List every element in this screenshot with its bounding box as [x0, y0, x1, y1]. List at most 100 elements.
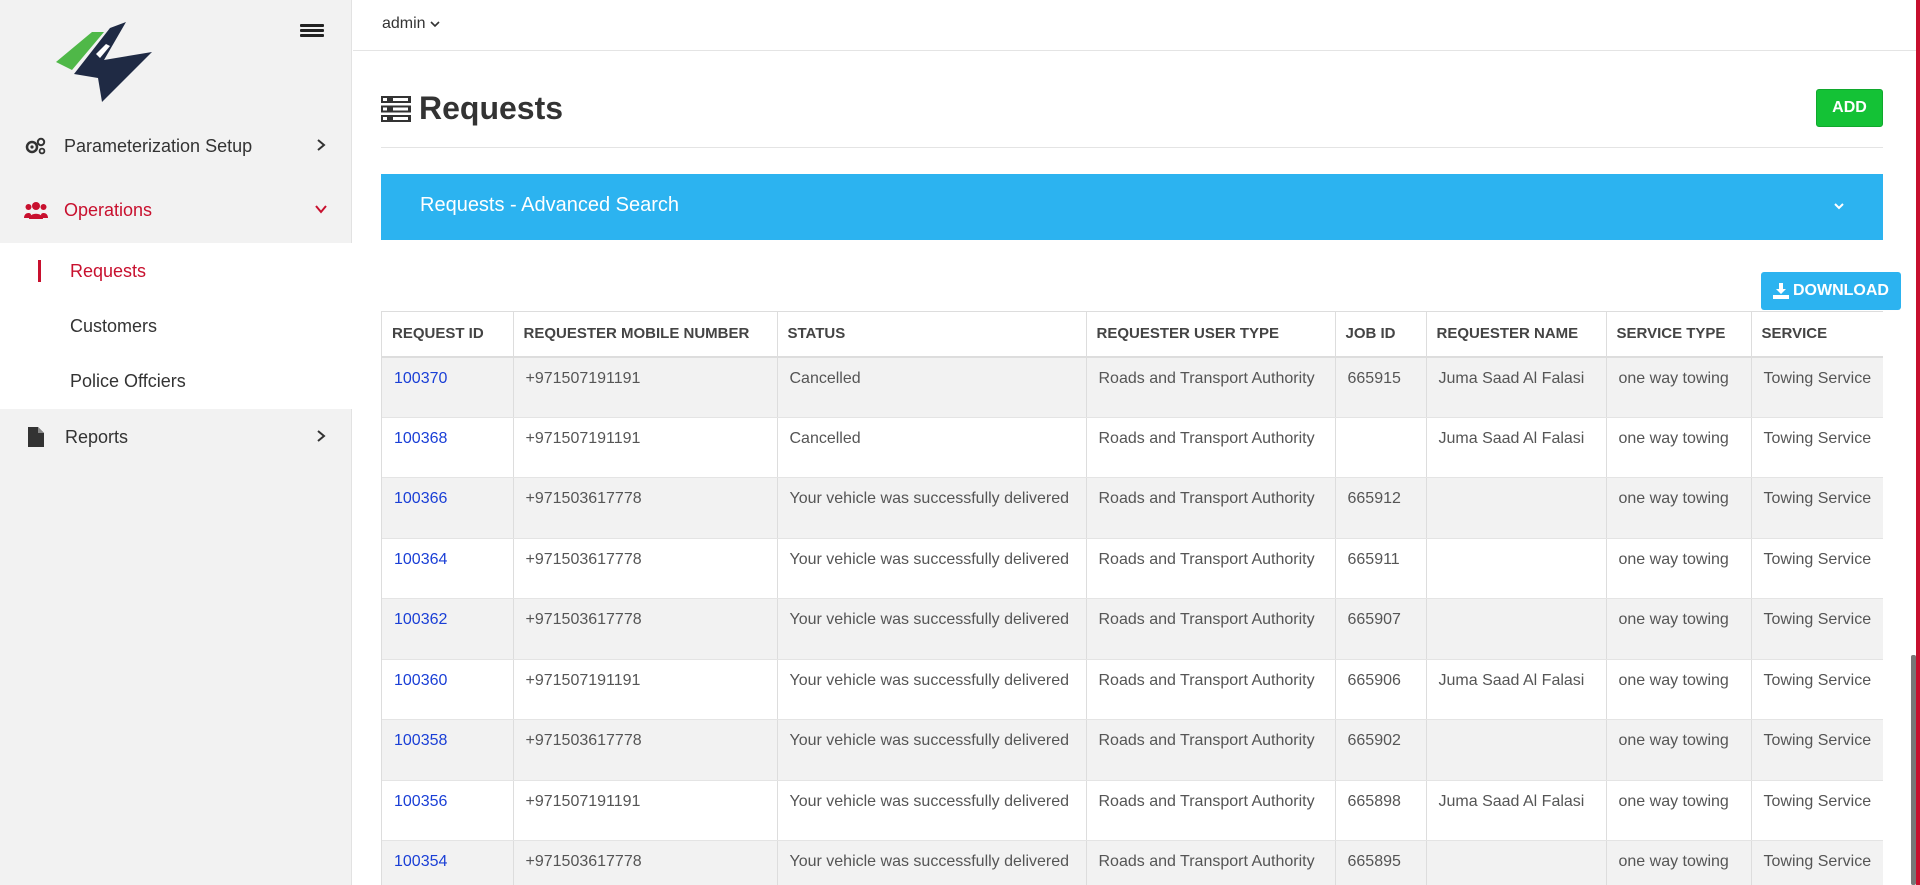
chevron-right-icon	[317, 430, 326, 442]
request-id-link[interactable]: 100362	[394, 611, 447, 628]
requester-name-cell	[1426, 598, 1607, 660]
sidebar-subitem-customers[interactable]: Customers	[0, 306, 352, 346]
menu-toggle-icon[interactable]	[300, 22, 324, 42]
user-name: admin	[382, 15, 426, 32]
column-header-mobile-number[interactable]: REQUESTER MOBILE NUMBER	[513, 311, 778, 358]
sidebar-subitem-requests[interactable]: Requests	[0, 251, 352, 291]
table-row: 100362 +971503617778 Your vehicle was su…	[382, 598, 1883, 660]
status-cell: Your vehicle was successfully delivered	[777, 780, 1087, 841]
column-header-status[interactable]: STATUS	[777, 311, 1087, 358]
sidebar-subitem-label: Police Offciers	[70, 370, 186, 391]
advanced-search-panel[interactable]: Requests - Advanced Search	[381, 174, 1883, 240]
status-cell: Cancelled	[777, 417, 1087, 478]
request-id-link[interactable]: 100360	[394, 672, 447, 689]
column-header-service[interactable]: SERVICE	[1751, 311, 1883, 358]
download-button[interactable]: DOWNLOAD	[1761, 272, 1901, 310]
service-cell: Towing Service	[1751, 840, 1883, 885]
service-type-cell: one way towing	[1606, 477, 1752, 539]
requests-table: REQUEST ID REQUESTER MOBILE NUMBER STATU…	[382, 311, 1883, 885]
user-menu[interactable]: admin	[382, 15, 440, 33]
sidebar-item-label: Operations	[64, 199, 153, 220]
request-id-link[interactable]: 100368	[394, 430, 447, 447]
job-id-cell: 665907	[1335, 598, 1427, 660]
column-header-job-id[interactable]: JOB ID	[1335, 311, 1427, 358]
requester-name-cell	[1426, 840, 1607, 885]
mobile-number-cell: +971503617778	[513, 598, 778, 660]
user-type-cell: Roads and Transport Authority	[1086, 840, 1336, 885]
requester-name-cell	[1426, 477, 1607, 539]
request-id-link[interactable]: 100356	[394, 793, 447, 810]
status-cell: Your vehicle was successfully delivered	[777, 659, 1087, 720]
request-id-cell: 100362	[382, 598, 514, 660]
user-type-cell: Roads and Transport Authority	[1086, 659, 1336, 720]
service-type-cell: one way towing	[1606, 417, 1752, 478]
requester-name-cell: Juma Saad Al Falasi	[1426, 659, 1607, 720]
download-label: DOWNLOAD	[1793, 282, 1889, 299]
service-cell: Towing Service	[1751, 417, 1883, 478]
sidebar-subitem-label: Requests	[70, 260, 147, 281]
column-header-service-type[interactable]: SERVICE TYPE	[1606, 311, 1752, 358]
service-cell: Towing Service	[1751, 659, 1883, 720]
requester-name-cell	[1426, 719, 1607, 781]
user-type-cell: Roads and Transport Authority	[1086, 356, 1336, 418]
sidebar-item-reports[interactable]: Reports	[0, 411, 352, 463]
operations-submenu: Requests Customers Police Offciers	[0, 243, 352, 409]
request-id-link[interactable]: 100366	[394, 490, 447, 507]
sidebar-item-operations[interactable]: Operations	[0, 184, 352, 236]
user-type-cell: Roads and Transport Authority	[1086, 477, 1336, 539]
top-bar: admin	[353, 0, 1920, 51]
logo-area	[0, 0, 351, 125]
requester-name-cell: Juma Saad Al Falasi	[1426, 356, 1607, 418]
service-type-cell: one way towing	[1606, 598, 1752, 660]
sidebar-item-label: Reports	[65, 426, 129, 447]
mobile-number-cell: +971507191191	[513, 356, 778, 418]
mobile-number-cell: +971507191191	[513, 417, 778, 478]
sidebar-item-parameterization-setup[interactable]: Parameterization Setup	[0, 120, 352, 172]
service-type-cell: one way towing	[1606, 780, 1752, 841]
user-type-cell: Roads and Transport Authority	[1086, 417, 1336, 478]
request-id-cell: 100364	[382, 538, 514, 599]
request-id-cell: 100354	[382, 840, 514, 885]
job-id-cell: 665912	[1335, 477, 1427, 539]
user-type-cell: Roads and Transport Authority	[1086, 598, 1336, 660]
job-id-cell: 665911	[1335, 538, 1427, 599]
service-cell: Towing Service	[1751, 477, 1883, 539]
gears-icon	[24, 136, 48, 156]
status-cell: Your vehicle was successfully delivered	[777, 719, 1087, 781]
table-row: 100354 +971503617778 Your vehicle was su…	[382, 840, 1883, 885]
service-type-cell: one way towing	[1606, 840, 1752, 885]
server-list-icon	[381, 95, 411, 122]
service-type-cell: one way towing	[1606, 719, 1752, 781]
request-id-cell: 100368	[382, 417, 514, 478]
request-id-cell: 100360	[382, 659, 514, 720]
column-header-request-id[interactable]: REQUEST ID	[382, 311, 514, 358]
request-id-link[interactable]: 100370	[394, 370, 447, 387]
job-id-cell: 665895	[1335, 840, 1427, 885]
sidebar-subitem-label: Customers	[70, 315, 158, 336]
column-header-user-type[interactable]: REQUESTER USER TYPE	[1086, 311, 1336, 358]
mobile-number-cell: +971503617778	[513, 477, 778, 539]
table-row: 100368 +971507191191 Cancelled Roads and…	[382, 417, 1883, 478]
table-row: 100370 +971507191191 Cancelled Roads and…	[382, 356, 1883, 418]
sidebar: Parameterization Setup Operations Reques…	[0, 0, 352, 885]
request-id-link[interactable]: 100354	[394, 853, 447, 870]
service-cell: Towing Service	[1751, 719, 1883, 781]
sidebar-subitem-police-officers[interactable]: Police Offciers	[0, 361, 352, 401]
service-cell: Towing Service	[1751, 598, 1883, 660]
logo[interactable]	[52, 18, 160, 102]
job-id-cell: 665915	[1335, 356, 1427, 418]
user-type-cell: Roads and Transport Authority	[1086, 538, 1336, 599]
column-header-requester-name[interactable]: REQUESTER NAME	[1426, 311, 1607, 358]
request-id-link[interactable]: 100364	[394, 551, 447, 568]
service-type-cell: one way towing	[1606, 356, 1752, 418]
request-id-link[interactable]: 100358	[394, 732, 447, 749]
add-button[interactable]: ADD	[1816, 89, 1883, 127]
mobile-number-cell: +971503617778	[513, 840, 778, 885]
service-cell: Towing Service	[1751, 780, 1883, 841]
active-indicator	[38, 260, 41, 282]
file-icon	[24, 427, 48, 447]
table-row: 100356 +971507191191 Your vehicle was su…	[382, 780, 1883, 841]
user-type-cell: Roads and Transport Authority	[1086, 780, 1336, 841]
job-id-cell: 665906	[1335, 659, 1427, 720]
service-cell: Towing Service	[1751, 356, 1883, 418]
